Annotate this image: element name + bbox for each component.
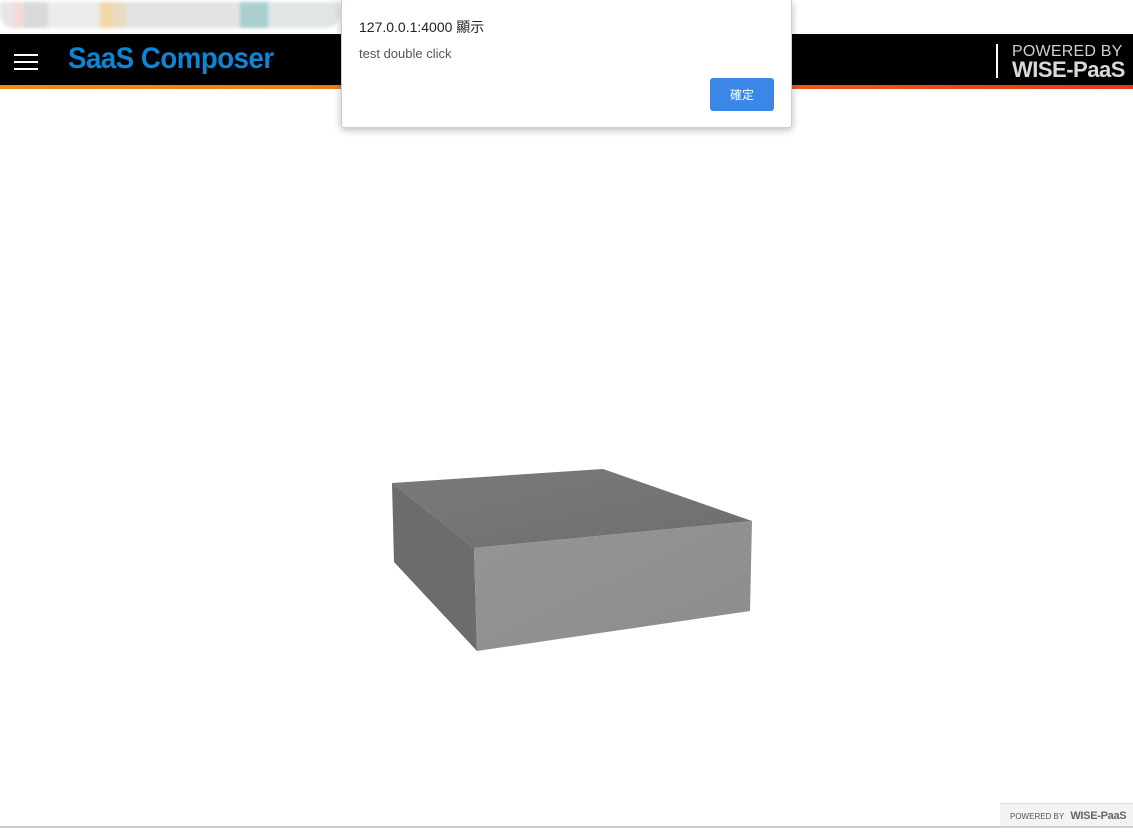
footer-powered-label: POWERED BY	[1010, 812, 1065, 821]
wise-paas-label: WISE-PaaS	[1012, 57, 1125, 82]
dialog-message: test double click	[359, 46, 452, 61]
powered-by-logo: POWERED BY WISE-PaaS	[996, 44, 1125, 82]
hamburger-menu-icon[interactable]	[10, 48, 42, 76]
ok-button[interactable]: 確定	[710, 78, 774, 111]
footer-brand-label: WISE-PaaS	[1070, 810, 1127, 822]
3d-viewport[interactable]	[0, 89, 1133, 828]
app-title: SaaS Composer	[68, 42, 274, 75]
blurred-browser-tabs	[0, 2, 340, 28]
footer-powered-badge: POWERED BY WISE-PaaS	[1000, 803, 1133, 828]
3d-box-scene	[392, 469, 752, 651]
dialog-title: 127.0.0.1:4000 顯示	[359, 19, 485, 35]
alert-dialog: 127.0.0.1:4000 顯示 test double click 確定	[341, 0, 792, 128]
